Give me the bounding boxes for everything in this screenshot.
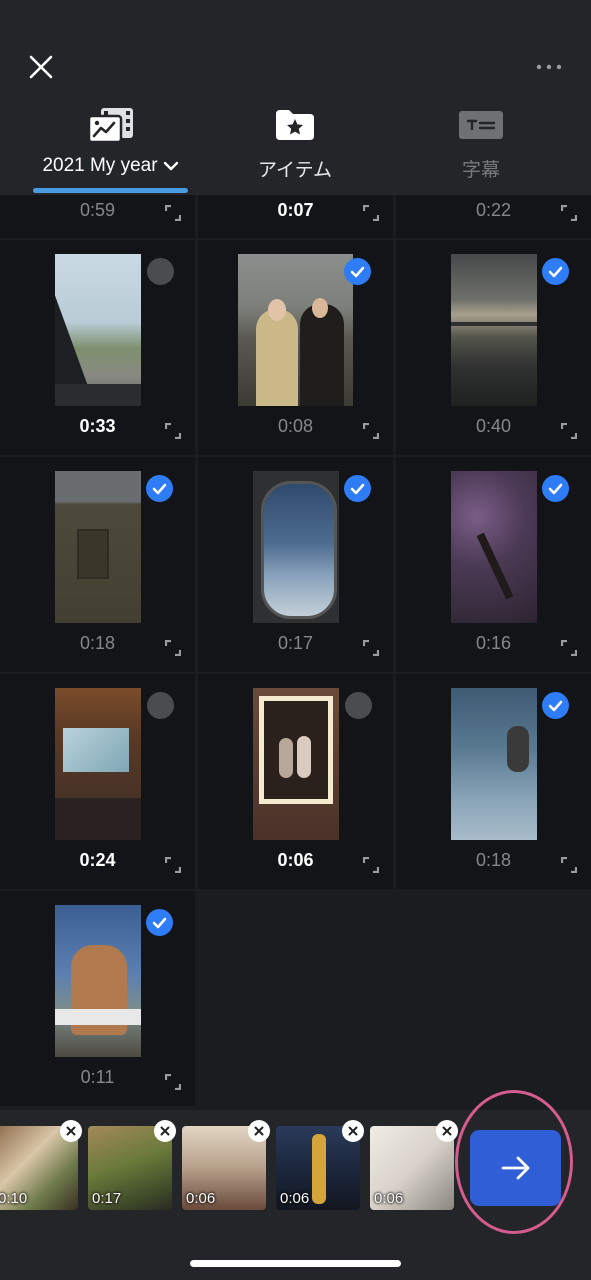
video-thumbnail (253, 688, 339, 840)
active-tab-indicator (33, 188, 188, 193)
film-image-icon (87, 108, 133, 144)
checkmark-icon (548, 266, 563, 277)
chevron-down-icon (163, 161, 178, 171)
clip-duration: 0:06 (186, 1190, 216, 1207)
next-button[interactable] (470, 1130, 561, 1206)
video-thumbnail (451, 471, 537, 623)
video-thumbnail (451, 688, 537, 840)
more-button[interactable] (529, 52, 569, 82)
text-caption-icon (459, 111, 503, 139)
checkmark-icon (152, 483, 167, 494)
video-thumbnail (55, 471, 141, 623)
media-cell[interactable]: 0:40 (396, 240, 591, 455)
media-grid: 0:59 0:07 0:22 0:33 0:08 0:40 0:18 0:17 … (0, 195, 591, 1110)
expand-icon[interactable] (363, 857, 379, 873)
tab-label: 2021 My year (42, 155, 158, 176)
expand-icon[interactable] (363, 640, 379, 656)
media-cell[interactable]: 0:16 (396, 457, 591, 672)
close-icon (160, 1126, 170, 1136)
close-icon (29, 55, 53, 79)
close-icon (66, 1126, 76, 1136)
remove-clip-button[interactable] (436, 1120, 458, 1142)
selected-check[interactable] (146, 475, 173, 502)
checkmark-icon (350, 266, 365, 277)
expand-icon[interactable] (165, 640, 181, 656)
remove-clip-button[interactable] (342, 1120, 364, 1142)
remove-clip-button[interactable] (154, 1120, 176, 1142)
video-thumbnail (253, 471, 339, 623)
tab-2021-my-year[interactable]: 2021 My year (33, 105, 188, 193)
video-thumbnail (55, 688, 141, 840)
media-cell[interactable]: 0:59 (0, 195, 195, 238)
tab-label: アイテム (257, 160, 333, 181)
selected-check[interactable] (344, 258, 371, 285)
expand-icon[interactable] (561, 423, 577, 439)
media-cell[interactable]: 0:18 (396, 674, 591, 889)
close-icon (254, 1126, 264, 1136)
video-thumbnail (55, 905, 141, 1057)
checkmark-icon (152, 917, 167, 928)
tab-items[interactable]: アイテム (245, 105, 345, 193)
expand-icon[interactable] (363, 423, 379, 439)
clip-duration: 0:10 (0, 1190, 28, 1207)
tab-label: 字幕 (461, 160, 500, 181)
selected-check[interactable] (542, 692, 569, 719)
selected-check[interactable] (344, 475, 371, 502)
clip-duration: 0:06 (374, 1190, 404, 1207)
expand-icon[interactable] (561, 857, 577, 873)
star-folder-icon (276, 110, 314, 140)
remove-clip-button[interactable] (60, 1120, 82, 1142)
media-cell[interactable]: 0:08 (198, 240, 393, 455)
video-thumbnail (55, 254, 141, 406)
tab-bar: 2021 My year アイテム 字幕 (0, 105, 591, 195)
checkmark-icon (350, 483, 365, 494)
close-icon (348, 1126, 358, 1136)
video-thumbnail (451, 254, 537, 406)
tab-subtitles[interactable]: 字幕 (440, 105, 522, 193)
select-toggle[interactable] (147, 258, 174, 285)
media-cell[interactable]: 0:33 (0, 240, 195, 455)
expand-icon[interactable] (561, 640, 577, 656)
selected-check[interactable] (146, 909, 173, 936)
expand-icon[interactable] (363, 205, 379, 221)
close-icon (442, 1126, 452, 1136)
close-button[interactable] (22, 48, 60, 86)
media-cell[interactable]: 0:06 (198, 674, 393, 889)
media-cell[interactable]: 0:11 (0, 891, 195, 1106)
media-cell[interactable]: 0:17 (198, 457, 393, 672)
expand-icon[interactable] (165, 857, 181, 873)
top-bar: 2021 My year アイテム 字幕 (0, 0, 591, 195)
home-indicator[interactable] (190, 1260, 401, 1267)
media-cell[interactable]: 0:18 (0, 457, 195, 672)
more-horizontal-icon (536, 64, 562, 70)
clip-duration: 0:17 (92, 1190, 122, 1207)
clip-duration: 0:06 (280, 1190, 310, 1207)
expand-icon[interactable] (165, 205, 181, 221)
arrow-right-icon (501, 1156, 529, 1180)
media-cell[interactable]: 0:07 (198, 195, 393, 238)
expand-icon[interactable] (165, 423, 181, 439)
expand-icon[interactable] (165, 1074, 181, 1090)
remove-clip-button[interactable] (248, 1120, 270, 1142)
select-toggle[interactable] (147, 692, 174, 719)
media-cell[interactable]: 0:24 (0, 674, 195, 889)
expand-icon[interactable] (561, 205, 577, 221)
selected-check[interactable] (542, 475, 569, 502)
selected-check[interactable] (542, 258, 569, 285)
checkmark-icon (548, 483, 563, 494)
video-thumbnail (238, 254, 353, 406)
media-cell[interactable]: 0:22 (396, 195, 591, 238)
selected-clips-tray: 0:10 0:17 0:06 0:06 0:06 (0, 1090, 591, 1280)
select-toggle[interactable] (345, 692, 372, 719)
checkmark-icon (548, 700, 563, 711)
